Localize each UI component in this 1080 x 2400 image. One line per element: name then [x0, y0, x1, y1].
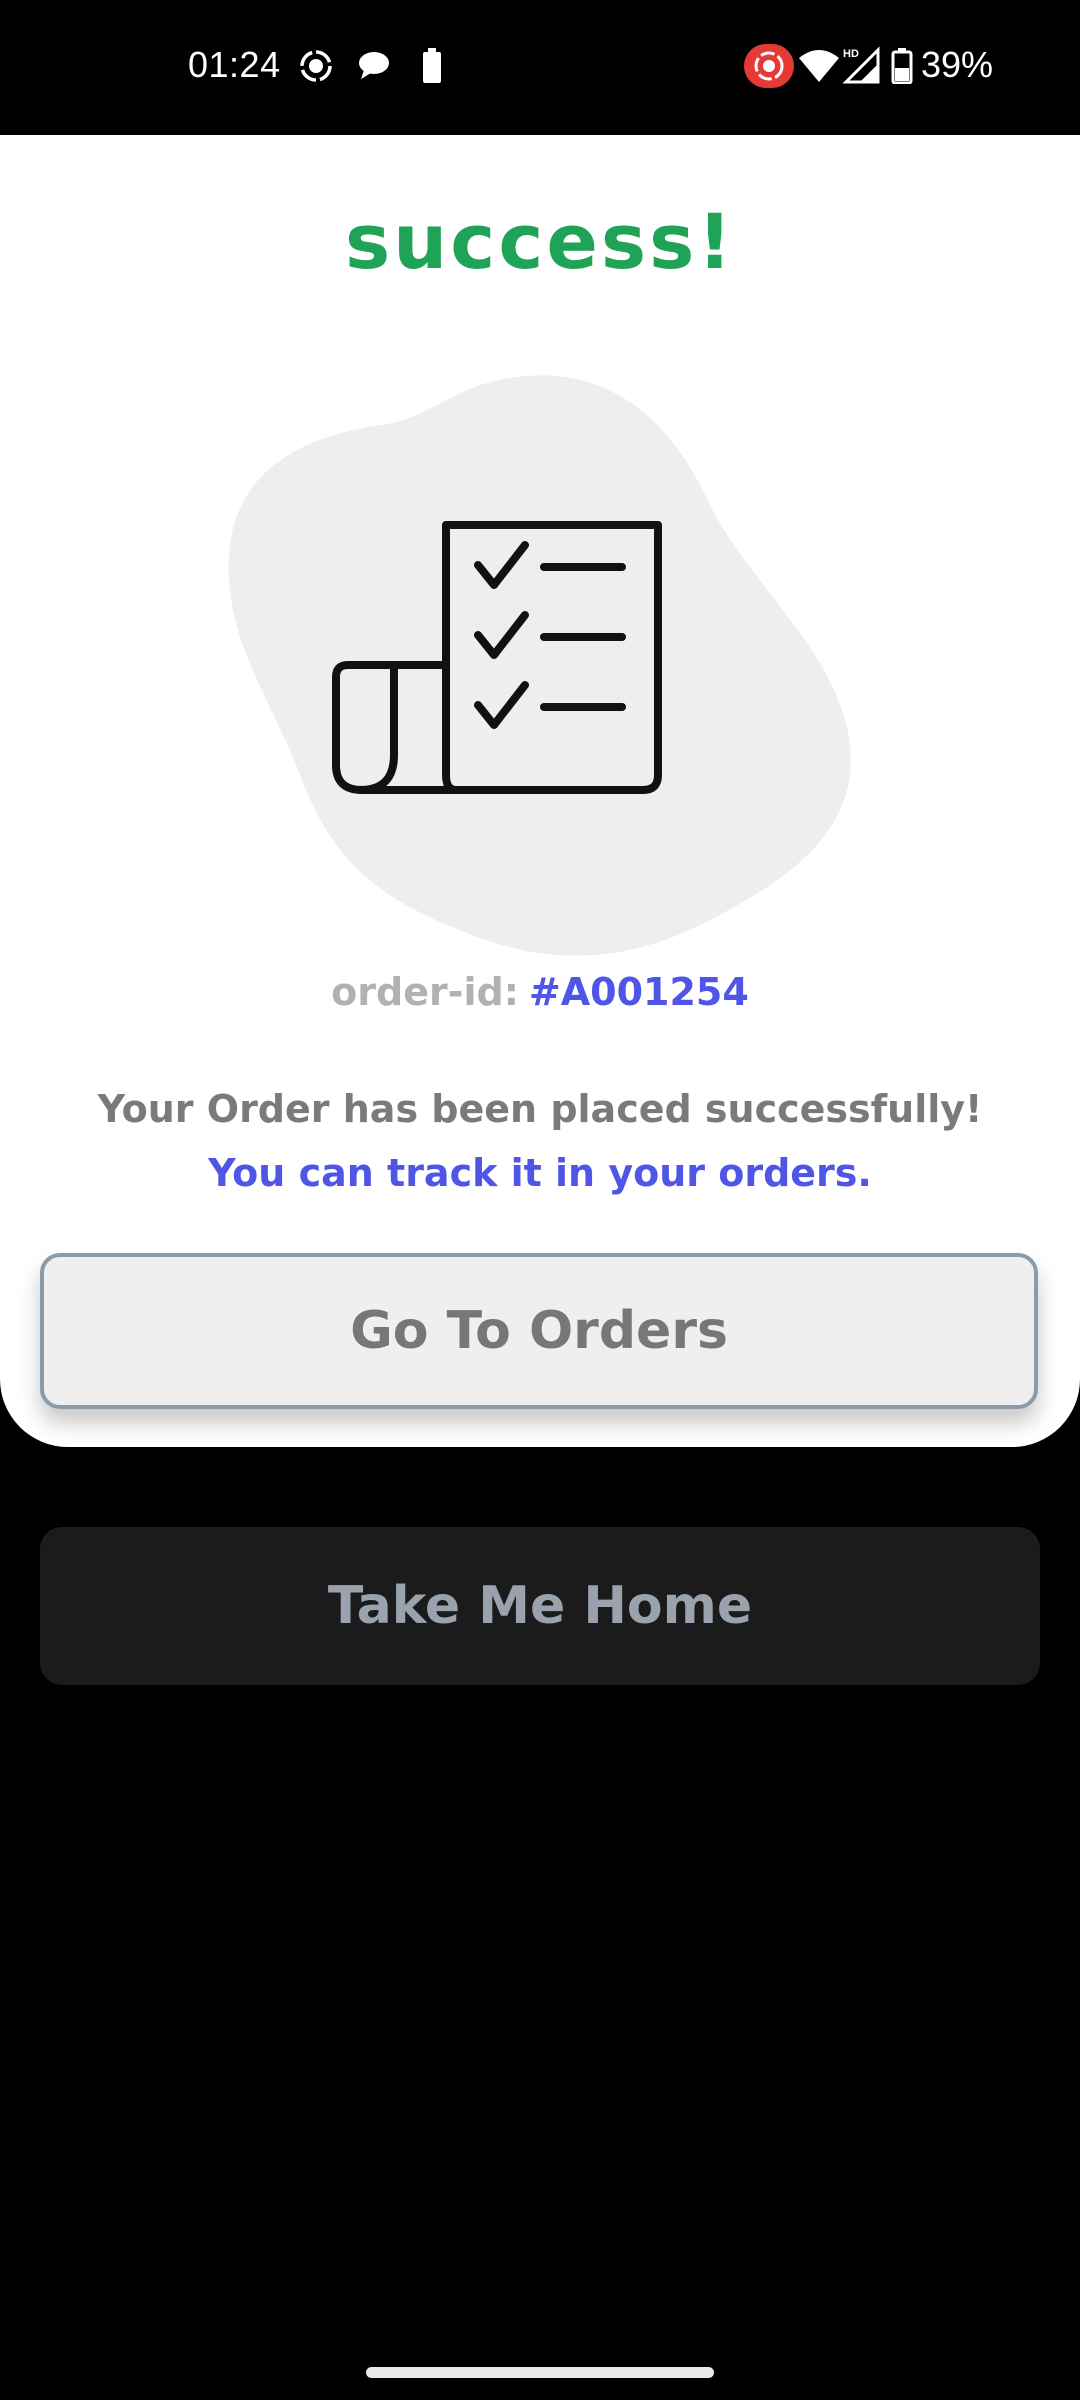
success-message: Your Order has been placed successfully! — [97, 1087, 983, 1131]
go-to-orders-label: Go To Orders — [350, 1301, 728, 1361]
chat-bubble-icon — [356, 48, 392, 88]
gesture-navigation-bar[interactable] — [366, 2367, 714, 2378]
hd-signal-icon: HD — [842, 46, 880, 88]
status-bar: 01:24 HD 39% — [0, 0, 1080, 135]
status-time: 01:24 — [188, 44, 281, 85]
order-id-value: #A001254 — [528, 970, 749, 1014]
page-title: success! — [344, 197, 736, 286]
take-me-home-label: Take Me Home — [327, 1576, 753, 1636]
order-id-line: order-id: #A001254 — [0, 970, 1080, 1014]
blob-background — [228, 375, 851, 956]
svg-text:HD: HD — [843, 48, 859, 60]
battery-small-icon — [422, 48, 442, 88]
go-to-orders-button[interactable]: Go To Orders — [40, 1253, 1038, 1409]
track-orders-message: You can track it in your orders. — [208, 1151, 872, 1195]
wifi-icon — [798, 48, 840, 88]
record-badge-icon — [744, 44, 794, 92]
order-success-screen: 01:24 HD 39% success! order-id: #A001254… — [0, 0, 1080, 2400]
take-me-home-button[interactable]: Take Me Home — [40, 1527, 1040, 1685]
screen-record-icon — [298, 48, 334, 88]
order-checklist-illustration — [220, 365, 860, 969]
battery-icon — [891, 48, 913, 88]
battery-percent: 39% — [921, 44, 994, 85]
order-id-label: order-id: — [331, 970, 519, 1014]
success-card: success! order-id: #A001254 Your Order h… — [0, 135, 1080, 1447]
